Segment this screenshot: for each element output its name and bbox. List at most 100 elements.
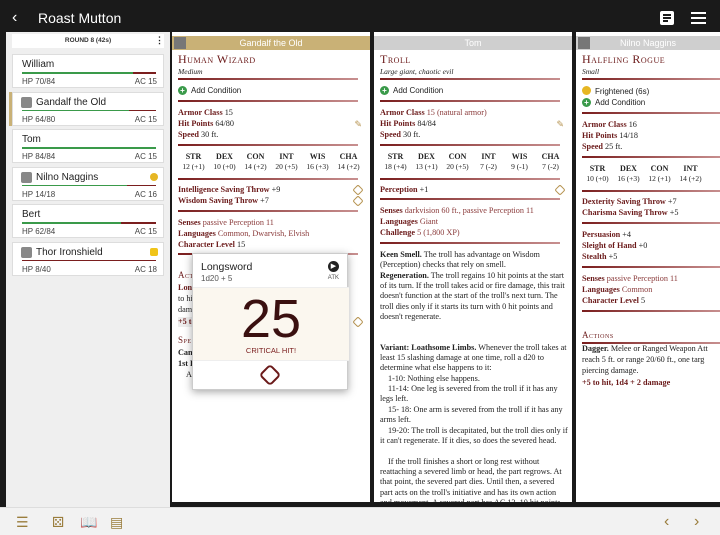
combatant-row[interactable]: Tom HP 84/84 AC 15	[12, 129, 164, 163]
combatant-row[interactable]: Nilno Naggins HP 14/18 AC 16	[12, 166, 164, 201]
save-line[interactable]: Intelligence Saving Throw +9	[178, 185, 280, 195]
armor-class-line: Armor Class 15 (natural armor)	[380, 108, 487, 117]
armor-class-line: Armor Class 15	[178, 108, 233, 117]
save-line[interactable]: Wisdom Saving Throw +7	[178, 196, 269, 206]
add-condition-button[interactable]: + Add Condition	[178, 86, 241, 96]
skill-line[interactable]: Stealth +5	[582, 252, 617, 262]
save-line[interactable]: Charisma Saving Throw +5	[582, 208, 678, 218]
dice-roll-popup[interactable]: Longsword 1d20 + 5 ▶ ATK 25 CRITICAL HIT…	[192, 253, 349, 390]
column-header[interactable]: Tom	[374, 36, 572, 50]
critical-hit-label: CRITICAL HIT!	[245, 346, 297, 355]
ability-score[interactable]: CON 14 (+2)	[240, 152, 271, 172]
ability-score[interactable]: WIS 9 (-1)	[504, 152, 535, 172]
ability-label: INT	[279, 152, 294, 161]
condition-frightened[interactable]: Frightened (6s)	[582, 86, 649, 97]
hit-points-line[interactable]: Hit Points 64/80	[178, 119, 234, 129]
avatar	[21, 246, 32, 258]
combatant-name: Bert	[22, 209, 41, 220]
document-icon[interactable]	[660, 11, 674, 25]
top-bar: ‹ Roast Mutton	[0, 0, 720, 36]
combatant-ac: AC 15	[134, 114, 157, 124]
action-roll[interactable]: +5 to hit, 1d4 + 2 damage	[582, 378, 670, 388]
languages-line: Languages Common	[582, 285, 653, 294]
dice-icon[interactable]	[352, 316, 364, 328]
ability-value: 18 (+4)	[384, 162, 407, 172]
character-level-line: Character Level 15	[178, 240, 246, 249]
hp-bar-missing	[48, 259, 156, 261]
play-arrow-icon[interactable]: ▶	[328, 261, 339, 272]
ability-score[interactable]: DEX 16 (+3)	[613, 164, 644, 184]
ability-label: WIS	[511, 152, 528, 161]
hit-points-line[interactable]: Hit Points 14/18	[582, 131, 638, 141]
speed-line: Speed 25 ft.	[582, 142, 623, 151]
ability-score[interactable]: STR 18 (+4)	[380, 152, 411, 172]
divider	[178, 144, 358, 146]
next-arrow-icon[interactable]: ›	[694, 514, 699, 530]
ability-value: 10 (+0)	[213, 162, 236, 172]
add-condition-button[interactable]: + Add Condition	[380, 86, 443, 96]
combatant-hp: HP 8/40	[22, 264, 51, 274]
dice-icon[interactable]	[352, 195, 364, 207]
ability-score[interactable]: STR 10 (+0)	[582, 164, 613, 184]
frightened-icon	[150, 172, 158, 181]
ability-value: 12 (+1)	[182, 162, 205, 172]
add-condition-button[interactable]: + Add Condition	[582, 98, 645, 108]
roll-title: Longsword	[201, 261, 253, 273]
back-arrow-icon[interactable]: ‹	[12, 9, 26, 27]
roll-result: 25	[240, 289, 302, 349]
frightened-icon	[582, 86, 591, 95]
dice-icon[interactable]: ⚄	[52, 515, 64, 529]
combatant-row[interactable]: Gandalf the Old HP 64/80 AC 15	[12, 91, 164, 126]
divider	[178, 100, 358, 102]
hit-points-line[interactable]: Hit Points 84/84	[380, 119, 436, 129]
save-line[interactable]: Dexterity Saving Throw +7	[582, 197, 677, 207]
ability-score[interactable]: DEX 13 (+1)	[411, 152, 442, 172]
ability-label: CHA	[339, 152, 358, 161]
armor-class-line: Armor Class 16	[582, 120, 637, 129]
initiative-sidebar: ROUND 8 (42s) ⋮ William HP 70/84 AC 15 Gand…	[6, 32, 170, 507]
combatant-ac: AC 15	[134, 152, 157, 161]
bottom-toolbar: ☰ ⚄ 📖 ▤ ‹ ›	[0, 507, 720, 535]
edit-pencil-icon[interactable]: ✎	[556, 119, 564, 129]
d20-die-icon[interactable]	[258, 363, 282, 387]
ability-score[interactable]: INT 14 (+2)	[675, 164, 706, 184]
divider	[582, 266, 720, 268]
divider	[582, 310, 720, 312]
ability-score[interactable]: STR 12 (+1)	[178, 152, 209, 172]
dice-icon[interactable]	[554, 184, 566, 196]
ability-label: CON	[448, 152, 467, 161]
map-icon[interactable]: ▤	[110, 515, 123, 529]
ability-score[interactable]: INT 7 (-2)	[473, 152, 504, 172]
previous-arrow-icon[interactable]: ‹	[664, 514, 669, 530]
ability-value: 20 (+5)	[446, 162, 469, 172]
divider	[380, 198, 560, 200]
hamburger-menu-icon[interactable]	[691, 12, 706, 24]
combatant-name: Thor Ironshield	[36, 246, 103, 258]
ability-score[interactable]: WIS 16 (+3)	[302, 152, 333, 172]
column-header[interactable]: Gandalf the Old	[172, 36, 370, 50]
skill-line[interactable]: Persuasion +4	[582, 230, 631, 240]
perception-line[interactable]: Perception +1	[380, 185, 428, 195]
combatant-row[interactable]: Bert HP 62/84 AC 15	[12, 204, 164, 238]
ability-score[interactable]: DEX 10 (+0)	[209, 152, 240, 172]
list-icon[interactable]: ☰	[16, 515, 29, 529]
ability-score[interactable]: CHA 14 (+2)	[333, 152, 364, 172]
attack-tag: ATK	[327, 275, 339, 281]
combatant-hp: HP 64/80	[22, 114, 56, 124]
ability-score[interactable]: CON 12 (+1)	[644, 164, 675, 184]
book-icon[interactable]: 📖	[80, 515, 97, 529]
combatant-row[interactable]: Thor Ironshield HP 8/40 AC 18	[12, 241, 164, 276]
ability-value: 9 (-1)	[511, 162, 528, 172]
column-header[interactable]: Nilno Naggins	[576, 36, 720, 50]
more-vertical-icon[interactable]: ⋮	[155, 35, 164, 46]
divider	[582, 156, 720, 158]
combatant-ac: AC 18	[134, 264, 157, 274]
actions-title: Actions	[582, 330, 614, 340]
ability-score[interactable]: CON 20 (+5)	[442, 152, 473, 172]
combatant-row[interactable]: William HP 70/84 AC 15	[12, 54, 164, 88]
ability-score[interactable]: CHA 7 (-2)	[535, 152, 566, 172]
dice-icon[interactable]	[352, 184, 364, 196]
edit-pencil-icon[interactable]: ✎	[354, 119, 362, 129]
skill-line[interactable]: Sleight of Hand +0	[582, 241, 647, 251]
ability-score[interactable]: INT 20 (+5)	[271, 152, 302, 172]
